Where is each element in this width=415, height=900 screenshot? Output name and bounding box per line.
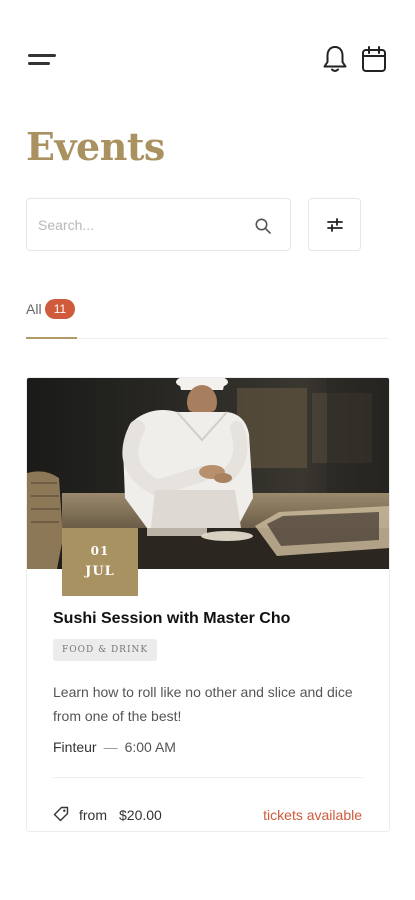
event-time: 6:00 AM [124, 739, 176, 755]
date-day: 01 [90, 544, 110, 558]
event-price: $20.00 [119, 807, 162, 823]
bell-icon[interactable] [322, 44, 348, 74]
tabs-divider [77, 338, 389, 339]
category-tag: FOOD & DRINK [53, 639, 158, 661]
price-prefix: from [79, 807, 107, 823]
search-icon[interactable] [254, 217, 272, 235]
card-divider [53, 777, 363, 778]
date-badge: 01 JUL [62, 528, 138, 596]
tab-label: All [26, 301, 42, 317]
event-card[interactable]: 01 JUL Sushi Session with Master Cho FOO… [26, 377, 390, 832]
event-description: Learn how to roll like no other and slic… [53, 684, 353, 724]
event-meta: Finteur — 6:00 AM [53, 739, 176, 755]
search-input[interactable] [38, 213, 238, 237]
price-tag-icon [53, 806, 69, 822]
event-venue: Finteur [53, 739, 97, 755]
tickets-available-link[interactable]: tickets available [263, 807, 362, 823]
events-screen: Events All 11 [0, 0, 415, 900]
sliders-icon [327, 218, 343, 232]
date-month: JUL [85, 564, 115, 579]
page-title: Events [26, 124, 165, 169]
count-badge: 11 [45, 299, 75, 319]
filter-button[interactable] [308, 198, 361, 251]
hamburger-menu-icon[interactable] [28, 52, 58, 68]
active-tab-indicator [26, 337, 77, 339]
search-box [26, 198, 291, 251]
tab-all[interactable]: All 11 [26, 297, 77, 339]
event-title: Sushi Session with Master Cho [53, 610, 291, 627]
calendar-icon[interactable] [361, 45, 387, 73]
top-app-bar [0, 0, 415, 120]
meta-separator: — [103, 739, 118, 755]
